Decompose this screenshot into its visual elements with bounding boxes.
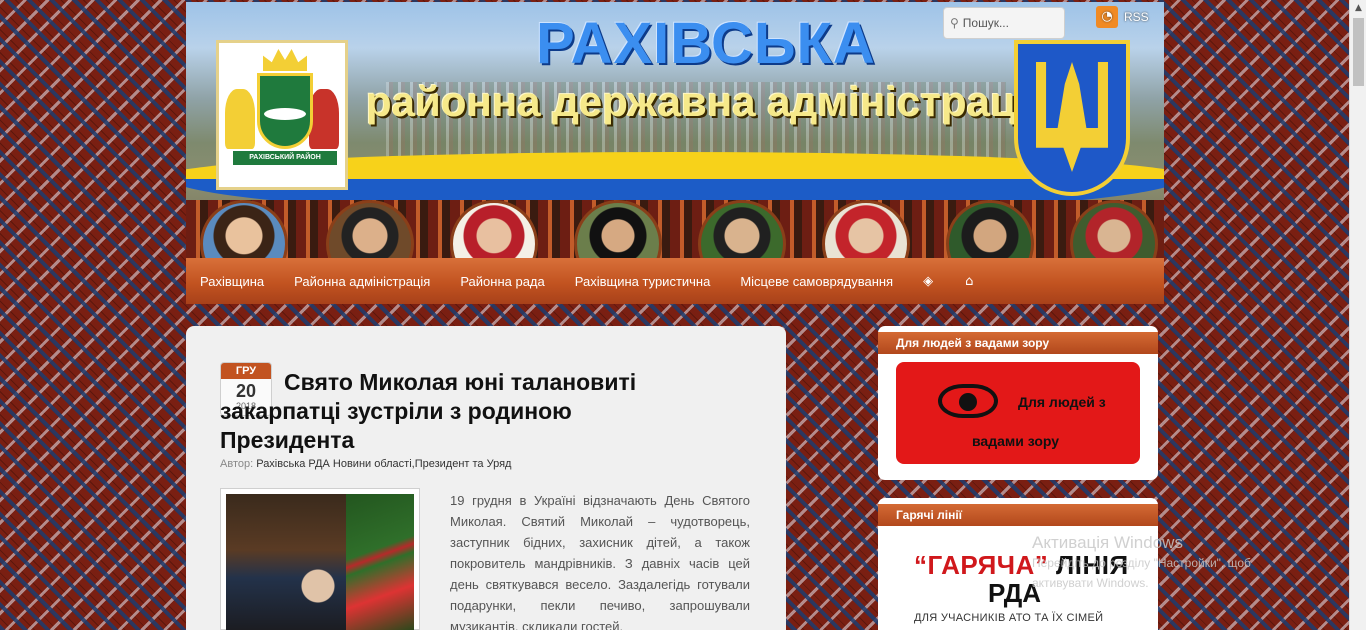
post-meta: Автор: Рахівська РДА Новини області,През… — [220, 458, 511, 470]
header-portrait-strip — [186, 200, 1164, 258]
nav-item-local-government[interactable]: Місцеве самоврядування — [740, 274, 893, 289]
eye-icon — [938, 384, 998, 418]
post-author-link[interactable]: Рахівська РДА — [256, 458, 330, 470]
vision-widget-title: Для людей з вадами зору — [878, 332, 1158, 354]
watermark-line3: активувати Windows. — [1032, 576, 1149, 590]
accessibility-button-line2: вадами зору — [972, 433, 1060, 449]
christmas-tree — [346, 494, 414, 630]
post-meta-label: Автор: — [220, 458, 254, 470]
post-thumbnail[interactable] — [220, 488, 420, 630]
trident-shape — [1036, 62, 1108, 172]
rss-link[interactable]: ◔ RSS — [1096, 6, 1149, 28]
hotline-widget-title: Гарячі лінії — [878, 504, 1158, 526]
portrait-photo — [698, 200, 786, 258]
crest-ribbon-text: РАХІВСЬКИЙ РАЙОН — [233, 151, 337, 165]
accessibility-button[interactable]: Для людей з вадами зору — [896, 362, 1140, 464]
rakhiv-district-coat-of-arms-icon[interactable]: РАХІВСЬКИЙ РАЙОН — [216, 40, 348, 190]
crest-shield — [257, 73, 313, 149]
scroll-up-icon[interactable]: ▲ — [1350, 0, 1366, 17]
post-categories-link[interactable]: Новини області,Президент та Уряд — [333, 458, 512, 470]
page-wrapper: РАХІВСЬКА районна державна адміністрація… — [186, 2, 1164, 630]
windows-activation-watermark: Активація Windows Перейдіть до розділу "… — [1032, 533, 1251, 593]
portrait-photo — [822, 200, 910, 258]
accessibility-button-line1: Для людей з — [1018, 394, 1106, 410]
search-box[interactable]: ⚲ — [943, 7, 1065, 39]
post-photo — [226, 494, 414, 630]
nav-item-rakhivshchyna[interactable]: Рахівщина — [200, 274, 264, 289]
site-header: РАХІВСЬКА районна державна адміністрація… — [186, 2, 1164, 258]
rss-icon: ◔ — [1096, 6, 1118, 28]
portrait-photo — [200, 200, 288, 258]
eye-icon[interactable]: ◈ — [923, 274, 933, 289]
site-title-line1: РАХІВСЬКА — [536, 11, 876, 76]
vision-widget: Для людей з вадами зору Для людей з вада… — [878, 326, 1158, 480]
watermark-line2: Перейдіть до розділу "Настройки", щоб — [1032, 556, 1251, 570]
portrait-photo — [946, 200, 1034, 258]
portrait-photo — [326, 200, 414, 258]
crest-crown — [263, 49, 307, 71]
rss-label: RSS — [1124, 10, 1149, 24]
post-excerpt: 19 грудня в Україні відзначають День Свя… — [450, 493, 750, 630]
nav-item-tourism[interactable]: Рахівщина туристична — [575, 274, 711, 289]
portrait-photo — [450, 200, 538, 258]
home-icon[interactable]: ⌂ — [965, 274, 973, 289]
crest-bear — [309, 89, 339, 149]
search-icon: ⚲ — [950, 16, 959, 30]
nav-item-district-council[interactable]: Районна рада — [460, 274, 544, 289]
main-navigation: Рахівщина Районна адміністрація Районна … — [186, 258, 1164, 304]
watermark-line1: Активація Windows — [1032, 533, 1183, 552]
main-content: ГРУ 20 2018 Свято Миколая юні талановиті… — [186, 326, 786, 630]
portrait-photo — [1070, 200, 1158, 258]
hotline-subtitle: ДЛЯ УЧАСНИКІВ АТО ТА ЇХ СІМЕЙ — [914, 612, 1104, 624]
site-title-line2: районна державна адміністрація — [366, 78, 1052, 125]
crest-goat — [225, 89, 255, 149]
post-title-link[interactable]: Свято Миколая юні талановиті закарпатці … — [220, 368, 650, 455]
ukraine-trident-icon — [1014, 40, 1130, 196]
portrait-photo — [574, 200, 662, 258]
search-input[interactable] — [962, 16, 1057, 30]
page-scrollbar[interactable]: ▲ — [1349, 0, 1366, 630]
nav-item-district-administration[interactable]: Районна адміністрація — [294, 274, 430, 289]
scroll-thumb[interactable] — [1353, 18, 1364, 86]
crest-wave — [264, 108, 306, 120]
hotline-quote: “ГАРЯЧА” — [914, 550, 1049, 580]
